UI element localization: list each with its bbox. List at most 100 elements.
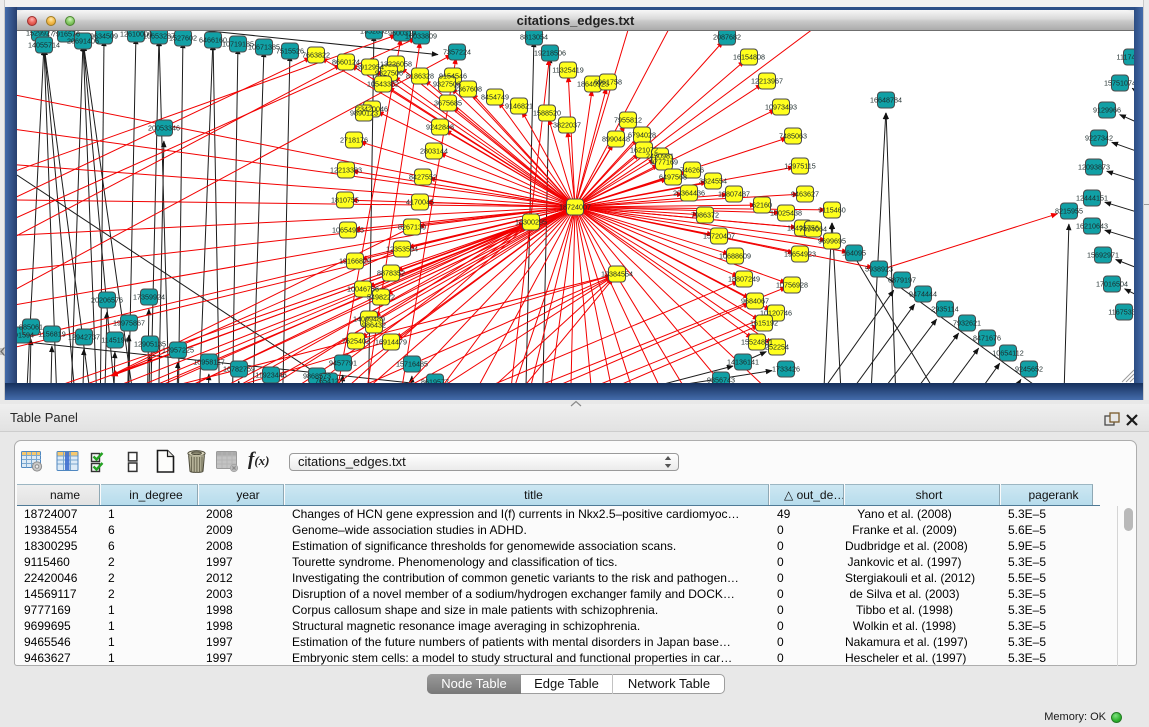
svg-text:10120746: 10120746 xyxy=(760,309,792,318)
svg-text:12093873: 12093873 xyxy=(1078,163,1110,172)
svg-text:9129966: 9129966 xyxy=(1093,106,1121,115)
svg-text:9699695: 9699695 xyxy=(818,237,846,246)
svg-text:16782759: 16782759 xyxy=(223,365,255,374)
svg-text:10688609: 10688609 xyxy=(719,252,751,261)
svg-text:7515526: 7515526 xyxy=(276,47,304,56)
svg-text:252254: 252254 xyxy=(765,343,789,352)
svg-text:10025438: 10025438 xyxy=(770,209,802,218)
svg-text:12975115: 12975115 xyxy=(784,162,815,171)
svg-text:6879197: 6879197 xyxy=(888,276,916,285)
svg-text:1733426: 1733426 xyxy=(772,365,800,374)
svg-text:18724007: 18724007 xyxy=(559,203,591,212)
svg-text:1156819: 1156819 xyxy=(38,330,65,339)
svg-text:986432: 986432 xyxy=(362,321,386,330)
svg-text:19166829: 19166829 xyxy=(339,257,371,266)
svg-text:11675330: 11675330 xyxy=(1108,308,1134,317)
svg-text:13226058: 13226058 xyxy=(380,60,412,69)
svg-text:15751074: 15751074 xyxy=(1104,79,1134,88)
svg-text:20053346: 20053346 xyxy=(148,124,180,133)
svg-text:7663822: 7663822 xyxy=(302,51,330,60)
svg-text:14136141: 14136141 xyxy=(727,358,759,367)
svg-text:5938923: 5938923 xyxy=(865,265,893,274)
svg-text:16210643: 16210643 xyxy=(1076,222,1108,231)
svg-text:10958117: 10958117 xyxy=(193,358,224,367)
svg-text:164095: 164095 xyxy=(842,249,866,258)
svg-text:7986372: 7986372 xyxy=(691,211,719,220)
svg-text:1952852: 1952852 xyxy=(360,31,388,36)
svg-text:8215955: 8215955 xyxy=(1055,207,1083,216)
svg-text:17359924: 17359924 xyxy=(133,293,165,302)
svg-text:2087682: 2087682 xyxy=(713,33,741,42)
svg-text:8186328: 8186328 xyxy=(406,72,434,81)
svg-text:7357224: 7357224 xyxy=(443,48,471,57)
svg-text:8454749: 8454749 xyxy=(481,93,509,102)
svg-text:9457791: 9457791 xyxy=(329,359,357,368)
svg-text:17016504: 17016504 xyxy=(1096,280,1128,289)
svg-text:9890123: 9890123 xyxy=(350,109,378,118)
svg-text:1529927: 1529927 xyxy=(26,31,54,38)
svg-text:19218506: 19218506 xyxy=(534,49,566,58)
svg-text:62160: 62160 xyxy=(752,201,772,210)
svg-text:18807249: 18807249 xyxy=(728,275,760,284)
svg-text:10654112: 10654112 xyxy=(992,349,1023,358)
svg-text:7654123: 7654123 xyxy=(315,377,343,384)
svg-text:6961758: 6961758 xyxy=(594,78,622,87)
svg-text:11923446: 11923446 xyxy=(255,371,286,380)
svg-text:1527602: 1527602 xyxy=(169,34,197,43)
svg-text:16154808: 16154808 xyxy=(733,53,765,62)
svg-text:8878352: 8878352 xyxy=(377,269,405,278)
svg-text:15692971: 15692971 xyxy=(1087,251,1119,260)
svg-text:2367608: 2367608 xyxy=(454,85,482,94)
svg-text:9242848: 9242848 xyxy=(426,123,454,132)
svg-text:8990448: 8990448 xyxy=(602,135,630,144)
svg-text:9115460: 9115460 xyxy=(818,206,845,215)
svg-text:10654925: 10654925 xyxy=(332,226,364,235)
svg-text:12213967: 12213967 xyxy=(751,77,783,86)
svg-text:10543382: 10543382 xyxy=(367,80,399,89)
svg-text:9356743: 9356743 xyxy=(707,376,735,384)
svg-text:9777169: 9777169 xyxy=(650,158,678,167)
svg-text:11325419: 11325419 xyxy=(552,66,583,75)
svg-text:20206576: 20206576 xyxy=(91,296,123,305)
svg-text:16033809: 16033809 xyxy=(405,32,437,41)
svg-text:391594: 391594 xyxy=(17,331,34,340)
svg-text:12444151: 12444151 xyxy=(1076,194,1108,203)
svg-text:8427552: 8427552 xyxy=(409,173,437,182)
svg-text:9684067: 9684067 xyxy=(741,297,769,306)
svg-text:6794028: 6794028 xyxy=(628,131,656,140)
svg-text:9146821: 9146821 xyxy=(505,102,533,111)
svg-text:4170045: 4170045 xyxy=(406,198,434,207)
svg-text:6497568: 6497568 xyxy=(659,173,687,182)
svg-text:9227342: 9227342 xyxy=(1085,134,1113,143)
svg-text:2803144: 2803144 xyxy=(420,147,448,156)
svg-text:9463627: 9463627 xyxy=(791,190,819,199)
svg-text:7494064: 7494064 xyxy=(799,225,827,234)
svg-text:14055714: 14055714 xyxy=(28,41,60,50)
svg-text:1145194: 1145194 xyxy=(101,336,128,345)
svg-text:15720407: 15720407 xyxy=(703,232,735,241)
svg-text:12942737: 12942737 xyxy=(68,333,100,342)
svg-text:15716485: 15716485 xyxy=(396,360,428,369)
svg-text:1615192: 1615192 xyxy=(750,319,778,328)
svg-text:5498222: 5498222 xyxy=(367,293,395,302)
svg-text:10973493: 10973493 xyxy=(765,103,797,112)
svg-text:3675685: 3675685 xyxy=(434,99,462,108)
svg-text:8471676: 8471676 xyxy=(973,334,1001,343)
svg-text:17957225: 17957225 xyxy=(162,346,194,355)
svg-text:20364436: 20364436 xyxy=(673,189,705,198)
svg-text:1588520: 1588520 xyxy=(533,109,561,118)
svg-text:9327506: 9327506 xyxy=(375,69,403,78)
svg-text:3822037: 3822037 xyxy=(553,121,581,130)
svg-text:12213383: 12213383 xyxy=(330,166,362,175)
svg-text:8267130: 8267130 xyxy=(398,223,426,232)
svg-text:10756928: 10756928 xyxy=(776,281,808,290)
svg-text:9634509: 9634509 xyxy=(90,32,118,41)
svg-text:7932621: 7932621 xyxy=(953,319,981,328)
svg-text:8813054: 8813054 xyxy=(520,33,548,42)
svg-text:7485063: 7485063 xyxy=(779,132,807,141)
svg-text:7625402: 7625402 xyxy=(342,337,370,346)
svg-text:19384554: 19384554 xyxy=(601,270,633,279)
svg-text:18300295: 18300295 xyxy=(515,218,547,227)
svg-text:16914479: 16914479 xyxy=(375,338,407,347)
svg-text:2718176: 2718176 xyxy=(340,136,368,145)
